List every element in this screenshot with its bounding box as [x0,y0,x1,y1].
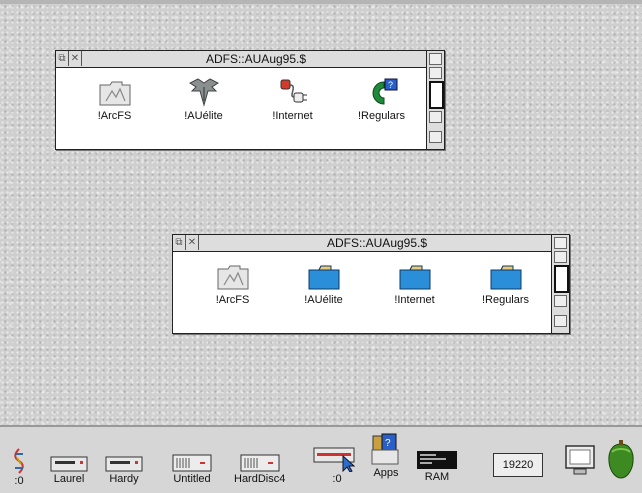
iconbar-hardy[interactable]: Hardy [105,432,143,485]
back-icon[interactable]: ⧉ [173,235,186,250]
free-memory-readout[interactable]: 19220 [493,453,543,477]
icon-label: !AUélite [304,294,343,306]
icon-label: !Regulars [357,110,406,122]
title-bar[interactable]: ⧉ ✕ ADFS::AUAug95.$ [173,235,551,252]
iconbar-apps[interactable]: ? Apps [370,432,402,479]
toggle-size-icon[interactable] [554,237,567,249]
screen-top-edge [0,0,642,4]
filer-window-1[interactable]: ⧉ ✕ ADFS::AUAug95.$ !ArcFS !AUélite !Int… [55,50,445,150]
vertical-scrollbar[interactable] [426,51,444,149]
display-manager-icon[interactable] [564,444,596,481]
icon-label: !ArcFS [97,110,132,122]
scroll-up-icon[interactable] [554,251,567,263]
auelite-bird-icon [188,78,219,107]
icon-label: !Internet [394,294,435,306]
dir-regulars[interactable]: !Regulars [460,252,551,333]
drive-icon [105,456,143,472]
folder-icon [308,265,339,290]
iconbar-laurel[interactable]: Laurel [50,432,88,485]
toggle-size-icon[interactable] [429,53,442,65]
folder-icon [490,265,521,290]
arcfs-folder-icon [217,265,248,290]
icon-label: !Internet [272,110,313,122]
vertical-scrollbar[interactable] [551,235,569,333]
harddisc-icon [240,454,280,472]
ram-disc-icon [417,451,457,469]
title-bar[interactable]: ⧉ ✕ ADFS::AUAug95.$ [56,51,426,68]
iconbar-floppy[interactable]: :0 [12,432,26,487]
app-internet[interactable]: !Internet [248,68,337,149]
iconbar-label: :0 [332,473,342,485]
filer-window-2[interactable]: ⧉ ✕ ADFS::AUAug95.$ !ArcFS !AUélite !Int… [172,234,570,334]
dir-internet[interactable]: !Internet [369,252,460,333]
window-title: ADFS::AUAug95.$ [205,52,307,66]
scroll-down-icon[interactable] [554,295,567,307]
app-arcfs[interactable]: !ArcFS [187,252,278,333]
iconbar-label: :0 [14,475,24,487]
iconbar-label: Hardy [109,473,139,485]
icon-label: !AUélite [184,110,223,122]
dir-auelite[interactable]: !AUélite [278,252,369,333]
svg-text:?: ? [388,80,393,90]
iconbar-network-drive[interactable]: :0 [313,432,361,485]
apps-icon: ? [371,433,399,465]
app-auelite[interactable]: !AUélite [159,68,248,149]
app-regulars[interactable]: ? !Regulars [337,68,426,149]
scroll-thumb[interactable] [554,265,569,293]
scroll-up-icon[interactable] [429,67,442,79]
resize-icon[interactable] [429,131,442,143]
scroll-thumb[interactable] [429,81,444,109]
iconbar-ram[interactable]: RAM [416,432,458,483]
floppy-drive-icon [14,448,24,474]
close-icon[interactable]: ✕ [186,235,199,250]
iconbar-untitled[interactable]: Untitled [172,432,212,485]
harddisc-icon [172,454,212,472]
icon-label: !ArcFS [215,294,250,306]
iconbar-label: Laurel [53,473,85,485]
drive-icon [50,456,88,472]
iconbar-label: Apps [373,467,399,479]
scroll-down-icon[interactable] [429,111,442,123]
icon-label: !Regulars [481,294,530,306]
app-arcfs[interactable]: !ArcFS [70,68,159,149]
back-icon[interactable]: ⧉ [56,51,69,66]
iconbar-label: Untitled [173,473,211,485]
window-title: ADFS::AUAug95.$ [326,236,428,250]
regulars-c-icon: ? [372,78,397,105]
network-drive-icon [313,447,356,472]
iconbar-label: HardDisc4 [234,473,286,485]
internet-plug-icon [280,79,307,103]
folder-icon [399,265,430,290]
iconbar-label: RAM [424,471,450,483]
arcfs-folder-icon [99,81,130,106]
iconbar-harddisc4[interactable]: HardDisc4 [234,432,285,485]
close-icon[interactable]: ✕ [69,51,82,66]
svg-text:?: ? [385,438,391,449]
resize-icon[interactable] [554,315,567,327]
acorn-task-manager-icon[interactable] [606,440,636,485]
